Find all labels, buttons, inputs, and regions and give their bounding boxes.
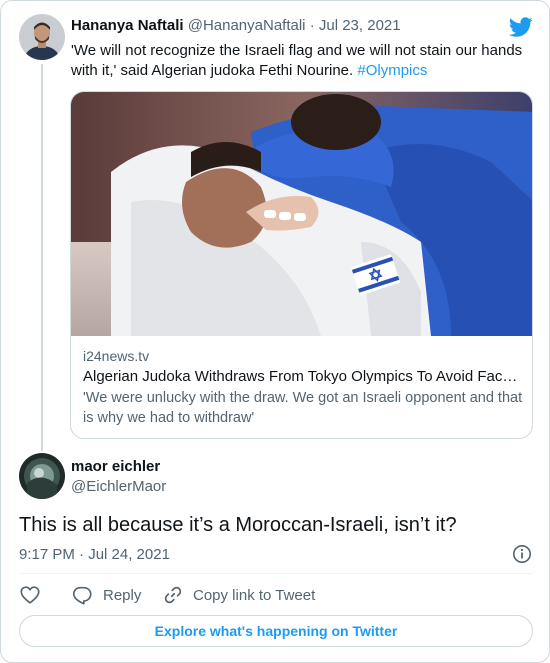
quoted-tweet-body: 'We will not recognize the Israeli flag … bbox=[71, 42, 523, 79]
quoted-author-name[interactable]: Hananya Naftali bbox=[71, 17, 184, 34]
link-icon bbox=[164, 586, 182, 604]
reply-author-avatar[interactable] bbox=[19, 453, 65, 499]
link-title[interactable]: Algerian Judoka Withdraws From Tokyo Oly… bbox=[83, 368, 523, 385]
reply-button[interactable]: Reply bbox=[71, 583, 141, 607]
quoted-tweet-text: 'We will not recognize the Israeli flag … bbox=[71, 41, 533, 81]
quoted-author-handle[interactable]: @HananyaNaftali bbox=[188, 17, 306, 34]
reply-author-name[interactable]: maor eichler bbox=[71, 458, 160, 475]
action-divider bbox=[19, 573, 533, 574]
thread-connector-line bbox=[41, 64, 43, 451]
copy-link-label: Copy link to Tweet bbox=[193, 586, 316, 604]
reply-label: Reply bbox=[103, 586, 142, 604]
copy-link-button[interactable]: Copy link to Tweet bbox=[163, 583, 315, 607]
link-description: 'We were unlucky with the draw. We got a… bbox=[83, 390, 523, 426]
reply-author-handle[interactable]: @EichlerMaor bbox=[71, 478, 166, 495]
quoted-author-header: Hananya Naftali @HananyaNaftali · Jul 23… bbox=[71, 17, 401, 34]
explore-twitter-button[interactable]: Explore what's happening on Twitter bbox=[19, 615, 533, 647]
twitter-bird-icon[interactable] bbox=[508, 15, 533, 39]
tweet-embed-card: Hananya Naftali @HananyaNaftali · Jul 23… bbox=[0, 0, 550, 663]
meta-separator: · bbox=[309, 17, 319, 34]
info-icon[interactable] bbox=[512, 544, 532, 564]
reply-tweet-timestamp[interactable]: 9:17 PM · Jul 24, 2021 bbox=[19, 546, 170, 563]
quoted-author-avatar[interactable] bbox=[19, 14, 65, 60]
link-preview-card[interactable]: i24news.tv Algerian Judoka Withdraws Fro… bbox=[70, 91, 533, 439]
olympics-hashtag-link[interactable]: #Olympics bbox=[357, 62, 427, 79]
link-domain: i24news.tv bbox=[83, 348, 150, 364]
judo-photo-image[interactable] bbox=[71, 92, 532, 336]
heart-icon bbox=[20, 586, 40, 604]
reply-bubble-icon bbox=[72, 586, 92, 605]
quoted-tweet-date[interactable]: Jul 23, 2021 bbox=[319, 17, 401, 34]
like-button[interactable] bbox=[19, 583, 41, 607]
reply-tweet-text: This is all because it’s a Moroccan-Isra… bbox=[19, 514, 457, 536]
